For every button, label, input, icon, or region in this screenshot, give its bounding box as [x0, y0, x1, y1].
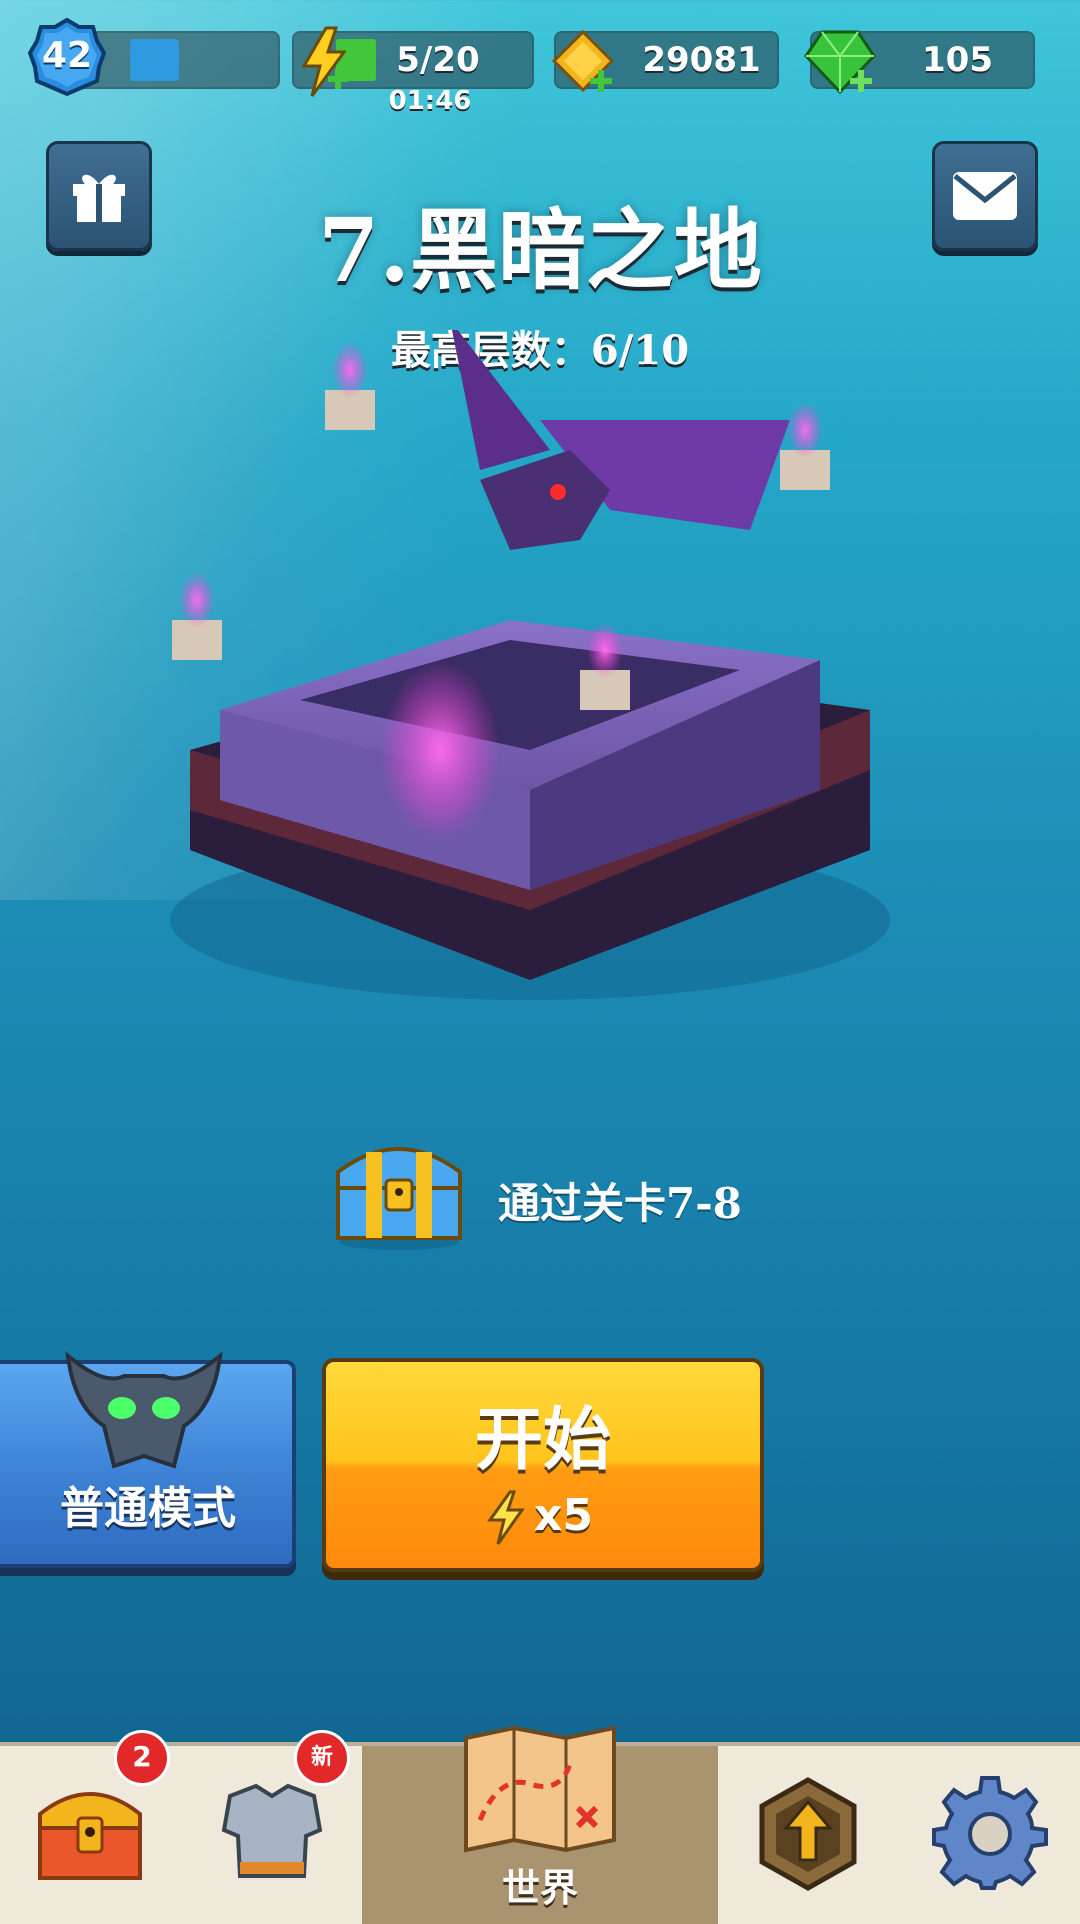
nav-world-label: 世界: [501, 1865, 578, 1910]
energy-timer: 01:46: [388, 86, 472, 116]
armor-icon: [221, 1783, 323, 1878]
gear-icon: [932, 1776, 1048, 1890]
player-level: 42: [41, 35, 93, 76]
stage-title: 7.黑暗之地: [318, 198, 762, 302]
demon-mask-icon: [65, 1351, 223, 1469]
normal-mode-button[interactable]: 普通模式: [0, 1351, 296, 1568]
normal-mode-label: 普通模式: [60, 1483, 236, 1534]
bottom-nav: 2 新 世界: [0, 1725, 1080, 1924]
armor-new-badge: 新: [294, 1730, 350, 1786]
energy-cost: x5: [534, 1490, 593, 1541]
nav-tab-upgrade[interactable]: [718, 1746, 901, 1924]
energy-bolt-add-icon[interactable]: [296, 26, 352, 98]
gem-add-icon[interactable]: [802, 26, 878, 98]
energy-bolt-icon: [487, 1490, 525, 1545]
reward-unlock-text: 通过关卡7-8: [498, 1179, 742, 1228]
nav-tab-settings[interactable]: [898, 1746, 1080, 1924]
chest-icon: [38, 1792, 142, 1880]
start-button[interactable]: 开始 x5: [322, 1358, 764, 1572]
treasure-chest-icon[interactable]: [330, 1132, 468, 1252]
upgrade-arrow-icon: [759, 1777, 857, 1891]
dungeon-island-illustration[interactable]: [150, 330, 970, 1050]
xp-fill: [130, 39, 179, 81]
coin-add-icon[interactable]: [548, 28, 618, 98]
chest-notification-badge: 2: [114, 1730, 170, 1786]
start-label: 开始: [474, 1400, 611, 1480]
map-icon: [464, 1725, 616, 1853]
nav-tab-world[interactable]: 世界: [362, 1725, 721, 1924]
